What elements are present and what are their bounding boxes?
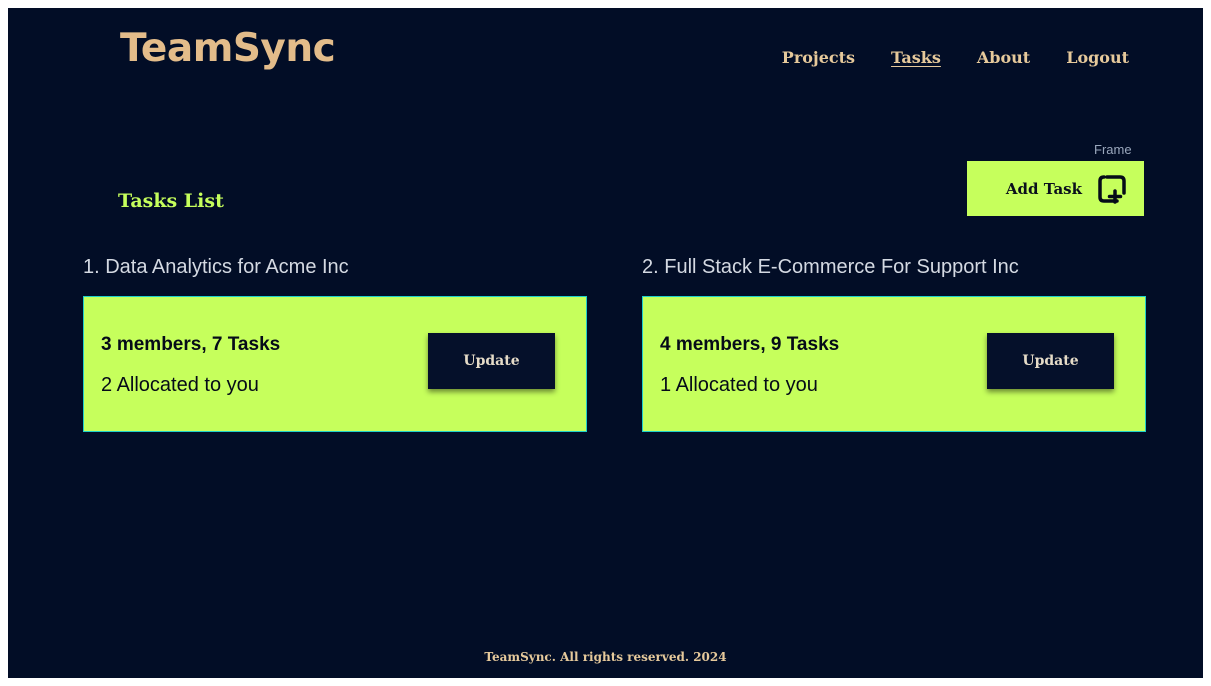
update-button[interactable]: Update <box>428 333 555 389</box>
project-heading: 2. Full Stack E-Commerce For Support Inc <box>642 256 1019 278</box>
main-nav: Projects Tasks About Logout <box>782 48 1129 67</box>
nav-item-tasks[interactable]: Tasks <box>891 48 941 67</box>
project-allocated: 2 Allocated to you <box>101 374 259 396</box>
project-item: 2. Full Stack E-Commerce For Support Inc… <box>642 256 1146 432</box>
project-card: 3 members, 7 Tasks 2 Allocated to you Up… <box>83 296 587 432</box>
add-square-icon <box>1098 174 1126 204</box>
add-task-button[interactable]: Add Task <box>967 161 1144 216</box>
frame-label: Frame <box>1094 142 1132 157</box>
add-task-label: Add Task <box>1005 179 1082 198</box>
update-button[interactable]: Update <box>987 333 1114 389</box>
nav-item-about[interactable]: About <box>977 48 1030 67</box>
project-stats: 3 members, 7 Tasks <box>101 334 281 355</box>
project-allocated: 1 Allocated to you <box>660 374 818 396</box>
project-heading: 1. Data Analytics for Acme Inc <box>83 256 349 278</box>
app-logo[interactable]: TeamSync <box>120 26 336 73</box>
footer-text: TeamSync. All rights reserved. 2024 <box>484 650 727 664</box>
nav-item-projects[interactable]: Projects <box>782 48 855 67</box>
page-title: Tasks List <box>118 190 224 212</box>
project-item: 1. Data Analytics for Acme Inc 3 members… <box>83 256 587 432</box>
project-stats: 4 members, 9 Tasks <box>660 334 840 355</box>
project-card: 4 members, 9 Tasks 1 Allocated to you Up… <box>642 296 1146 432</box>
nav-item-logout[interactable]: Logout <box>1066 48 1129 67</box>
app-frame: TeamSync Projects Tasks About Logout Fra… <box>8 8 1203 678</box>
